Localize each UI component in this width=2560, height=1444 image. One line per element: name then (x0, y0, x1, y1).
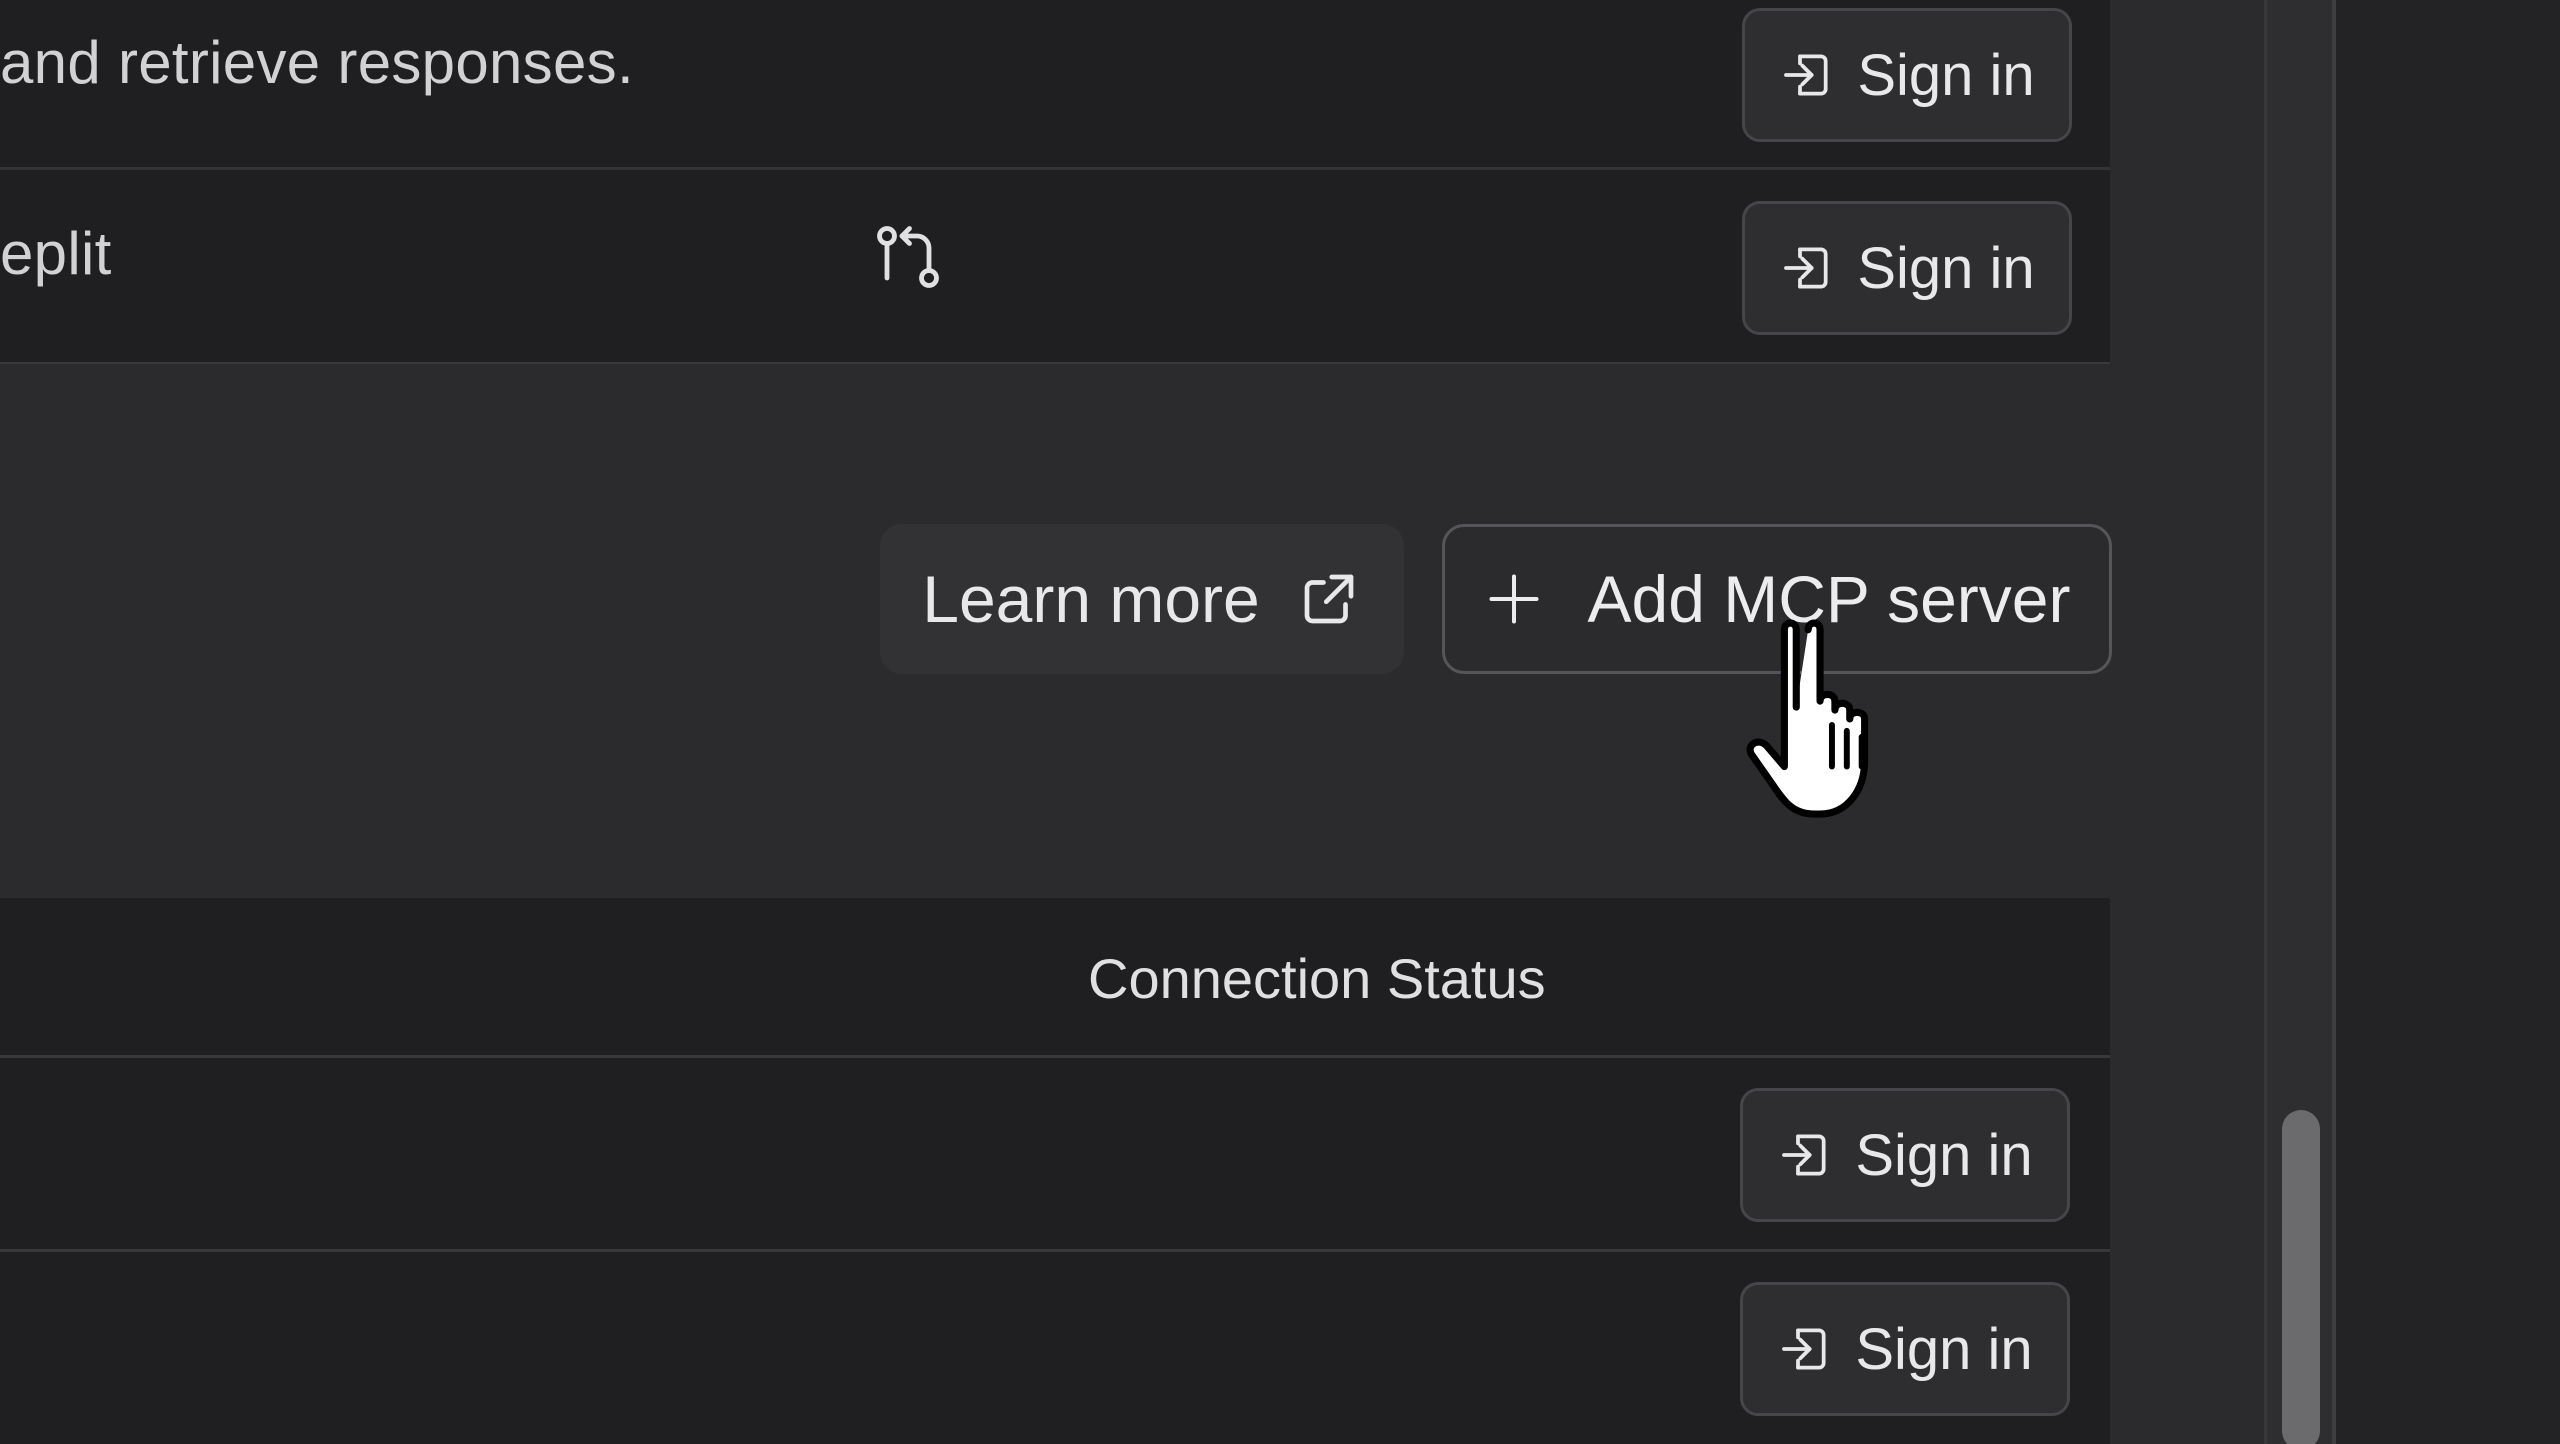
side-panel (2336, 0, 2560, 1444)
external-link-icon (1304, 574, 1354, 624)
list-item: and retrieve responses. Sign in (0, 0, 2110, 170)
sign-in-button[interactable]: Sign in (1742, 8, 2072, 142)
sign-in-label: Sign in (1855, 1122, 2033, 1188)
table-row: Sign in (0, 1058, 2110, 1252)
servers-table: Connection Status Sign in Sign in (0, 898, 2110, 1444)
add-mcp-server-button[interactable]: Add MCP server (1442, 524, 2112, 674)
sign-in-button[interactable]: Sign in (1740, 1088, 2070, 1222)
sign-in-icon (1782, 1134, 1826, 1176)
sign-in-icon (1784, 247, 1828, 289)
plus-icon (1489, 574, 1539, 624)
integrations-list: and retrieve responses. Sign in eplit Si… (0, 0, 2110, 364)
sign-in-button[interactable]: Sign in (1742, 201, 2072, 335)
table-header: Connection Status (0, 898, 2110, 1058)
sign-in-icon (1784, 54, 1828, 96)
learn-more-link[interactable]: Learn more (880, 524, 1404, 674)
list-item-description: and retrieve responses. (0, 29, 634, 96)
sign-in-label: Sign in (1857, 42, 2035, 108)
list-item: eplit Sign in (0, 173, 2110, 362)
sign-in-label: Sign in (1855, 1316, 2033, 1382)
sign-in-icon (1782, 1328, 1826, 1370)
table-row: Sign in (0, 1252, 2110, 1444)
add-mcp-server-label: Add MCP server (1587, 562, 2071, 636)
connection-status-header: Connection Status (1088, 947, 1546, 1010)
scrollbar-thumb[interactable] (2282, 1110, 2320, 1444)
learn-more-label: Learn more (922, 562, 1260, 636)
list-item-name: eplit (0, 220, 112, 287)
git-pull-request-icon (877, 226, 939, 288)
settings-panel: and retrieve responses. Sign in eplit Si… (0, 0, 2560, 1444)
sign-in-label: Sign in (1857, 235, 2035, 301)
sign-in-button[interactable]: Sign in (1740, 1282, 2070, 1416)
